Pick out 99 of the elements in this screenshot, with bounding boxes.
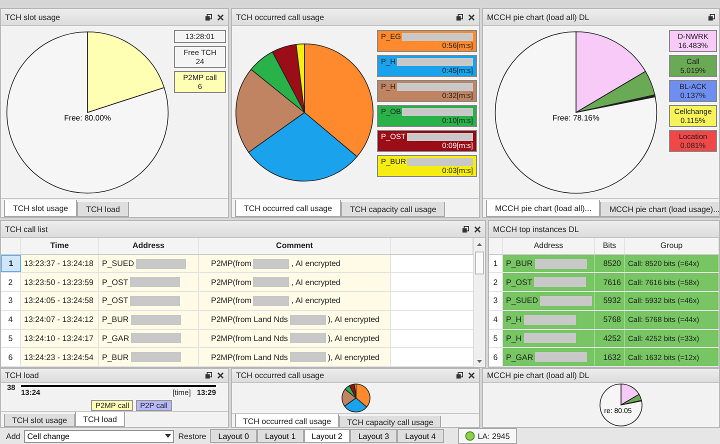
- table-cell: , AI encrypted: [291, 278, 340, 287]
- row-number: 5: [493, 334, 498, 343]
- pie-label: Free: 80.00%: [64, 113, 111, 122]
- column-header[interactable]: Address: [534, 241, 564, 250]
- pie-chart-drawing: [340, 383, 370, 413]
- table-row[interactable]: 13:23:50 - 13:23:59 P_OST P2MP(from , AI encrypted: [21, 273, 391, 292]
- close-icon[interactable]: [217, 372, 224, 379]
- table-cell: P2MP(from Land Nds: [211, 352, 288, 362]
- restore-icon[interactable]: [462, 226, 469, 232]
- tab[interactable]: TCH capacity call usage: [341, 202, 446, 217]
- tab[interactable]: TCH slot usage: [4, 200, 78, 217]
- table-row[interactable]: 13:23:37 - 13:24:18 P_SUED P2MP(from , AI encrypted: [21, 254, 391, 272]
- restore-icon[interactable]: [456, 14, 463, 20]
- table-cell: , AI encrypted: [291, 296, 340, 306]
- table-cell: 5768: [603, 315, 621, 324]
- layout-tab[interactable]: Layout 2: [304, 429, 350, 443]
- table-cell: , AI encrypted: [291, 259, 340, 268]
- table-row[interactable]: 13:24:10 - 13:24:17 P_GAR P2MP(from Land Nds ), AI encrypted: [21, 330, 391, 348]
- table-cell: 4252: [603, 334, 621, 343]
- table-cell: ), AI encrypted: [328, 315, 380, 324]
- dropdown-arrow-icon: [165, 434, 172, 438]
- row-number: 6: [493, 352, 498, 362]
- table-cell: ), AI encrypted: [328, 334, 380, 343]
- column-header[interactable]: Group: [660, 241, 683, 250]
- panel-title: MCCH pie chart (load all) DL: [487, 371, 590, 380]
- table-row[interactable]: 13:24:07 - 13:24:12 P_BUR P2MP(from Land Nds ), AI encrypted: [21, 310, 391, 329]
- table-cell: 1632: [603, 352, 621, 362]
- column-header[interactable]: Time: [50, 241, 69, 250]
- restore-icon[interactable]: [205, 14, 212, 20]
- table-cell: P_BUR: [102, 352, 129, 362]
- status-text: LA: 2945: [478, 432, 510, 440]
- tab[interactable]: TCH occurred call usage: [235, 414, 340, 427]
- table-cell: P2MP(from Land Nds: [211, 315, 288, 324]
- table-cell: 7616: [603, 278, 621, 287]
- panel-title: MCCH top instances DL: [493, 224, 580, 234]
- layout-tab[interactable]: Layout 4: [397, 429, 444, 443]
- column-header[interactable]: Bits: [602, 241, 616, 250]
- column-header[interactable]: Address: [132, 241, 164, 250]
- pie-label: Free: 78.16%: [552, 113, 600, 122]
- circle-icon: [464, 431, 475, 441]
- table-cell: 13:24:07 - 13:24:12: [24, 315, 94, 324]
- table-cell: P_BUR: [102, 315, 129, 324]
- restore-icon[interactable]: [708, 14, 715, 20]
- combo-box[interactable]: Cell change: [24, 430, 174, 442]
- layout-tab[interactable]: Layout 0: [210, 429, 257, 443]
- scrollbar[interactable]: [473, 238, 485, 367]
- table-cell: P_GAR: [102, 334, 130, 343]
- tab[interactable]: TCH occurred call usage: [235, 200, 342, 217]
- row-number: 1: [493, 259, 498, 268]
- close-icon[interactable]: [217, 14, 224, 20]
- table-cell: P_GAR: [506, 352, 534, 362]
- restore-label: Restore: [178, 432, 206, 440]
- panel-title: TCH occurred call usage: [236, 12, 326, 22]
- table-cell: 5932: [603, 296, 621, 306]
- table-cell: P2MP(from Land Nds: [211, 334, 288, 343]
- restore-icon[interactable]: [205, 372, 212, 379]
- panel-title: TCH load: [5, 371, 40, 380]
- table-cell: P_OST: [506, 278, 532, 287]
- row-number: 3: [493, 296, 498, 306]
- tab[interactable]: TCH slot usage: [4, 414, 76, 427]
- table-cell: P2MP(from: [211, 259, 252, 268]
- layout-tab[interactable]: Layout 1: [256, 429, 304, 443]
- row-number: 2: [493, 278, 498, 287]
- tab[interactable]: MCCH pie chart (load usage)...: [600, 202, 719, 217]
- table-cell: P_OST: [102, 296, 128, 306]
- table-cell: 8520: [603, 259, 621, 268]
- close-icon[interactable]: [468, 14, 475, 20]
- panel-title: TCH occurred call usage: [236, 371, 326, 380]
- restore-icon[interactable]: [456, 372, 463, 379]
- add-label: Add: [6, 432, 20, 440]
- panel-title: MCCH pie chart (load all) DL: [487, 12, 590, 22]
- table-row[interactable]: 13:24:23 - 13:24:54 P_BUR P2MP(from Land Nds ), AI encrypted: [21, 348, 391, 366]
- close-icon[interactable]: [474, 226, 481, 232]
- table-cell: P2MP(from: [211, 278, 252, 287]
- row-number[interactable]: 1: [1, 254, 21, 272]
- panel-title: TCH call list: [5, 224, 49, 234]
- table-cell: 13:23:50 - 13:23:59: [24, 278, 94, 287]
- column-header[interactable]: Comment: [276, 241, 313, 250]
- table-cell: P2MP(from: [211, 296, 252, 306]
- tab[interactable]: TCH load: [75, 412, 125, 427]
- table-cell: P_BUR: [506, 259, 533, 268]
- table-row[interactable]: 13:24:05 - 13:24:58 P_OST P2MP(from , AI encrypted: [21, 292, 391, 310]
- table-cell: P_SUED: [506, 296, 538, 306]
- panel-title: TCH slot usage: [5, 12, 62, 22]
- layout-tab[interactable]: Layout 3: [350, 429, 398, 443]
- table-cell: 13:24:23 - 13:24:54: [24, 352, 94, 362]
- row-number: 4: [493, 315, 498, 324]
- table-cell: P_SUED: [102, 259, 134, 268]
- table-cell: 13:24:05 - 13:24:58: [24, 296, 94, 306]
- table-cell: 13:23:37 - 13:24:18: [24, 259, 94, 268]
- tab[interactable]: MCCH pie chart (load all)...: [486, 200, 600, 217]
- table-cell: ), AI encrypted: [328, 352, 380, 362]
- table-cell: P_H: [506, 315, 522, 324]
- tab[interactable]: TCH capacity call usage: [339, 416, 442, 427]
- tab[interactable]: TCH load: [77, 202, 129, 217]
- close-icon[interactable]: [468, 372, 475, 379]
- table-cell: 13:24:10 - 13:24:17: [24, 334, 94, 343]
- table-cell: P_OST: [102, 278, 128, 287]
- table-cell: P_H: [506, 334, 522, 343]
